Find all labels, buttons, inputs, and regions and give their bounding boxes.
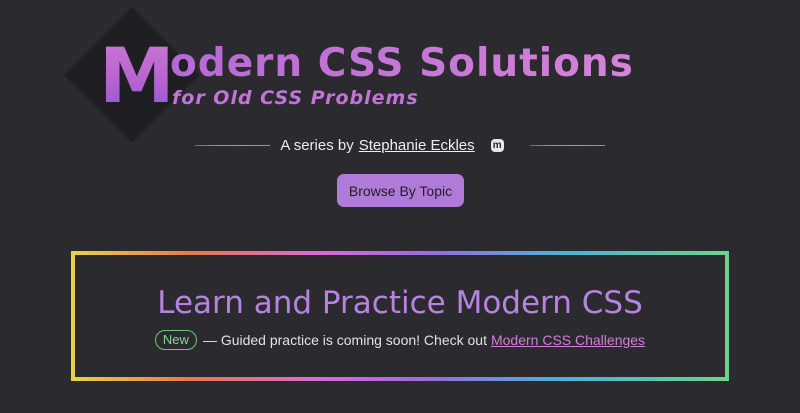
logo-subtitle: for Old CSS Problems xyxy=(172,87,419,109)
browse-by-topic-button[interactable]: Browse By Topic xyxy=(337,174,464,207)
promo-banner-inner: Learn and Practice Modern CSS New — Guid… xyxy=(75,255,725,377)
byline-rule-left xyxy=(195,144,271,146)
promo-banner: Learn and Practice Modern CSS New — Guid… xyxy=(71,251,729,381)
logo-title[interactable]: odern CSS Solutions xyxy=(170,42,634,86)
mastodon-icon[interactable]: m xyxy=(490,138,504,152)
promo-title: Learn and Practice Modern CSS xyxy=(157,285,643,321)
modern-css-challenges-link[interactable]: Modern CSS Challenges xyxy=(491,332,645,348)
new-badge: New xyxy=(154,330,197,350)
byline-prefix: A series by xyxy=(280,136,354,154)
byline-rule-right xyxy=(529,144,605,146)
promo-announcement: New — Guided practice is coming soon! Ch… xyxy=(75,330,725,350)
byline: A series by Stephanie Eckles m xyxy=(0,133,800,157)
logo-initial[interactable]: M xyxy=(99,38,175,114)
author-link[interactable]: Stephanie Eckles xyxy=(359,137,475,154)
promo-text: — Guided practice is coming soon! Check … xyxy=(202,332,487,348)
